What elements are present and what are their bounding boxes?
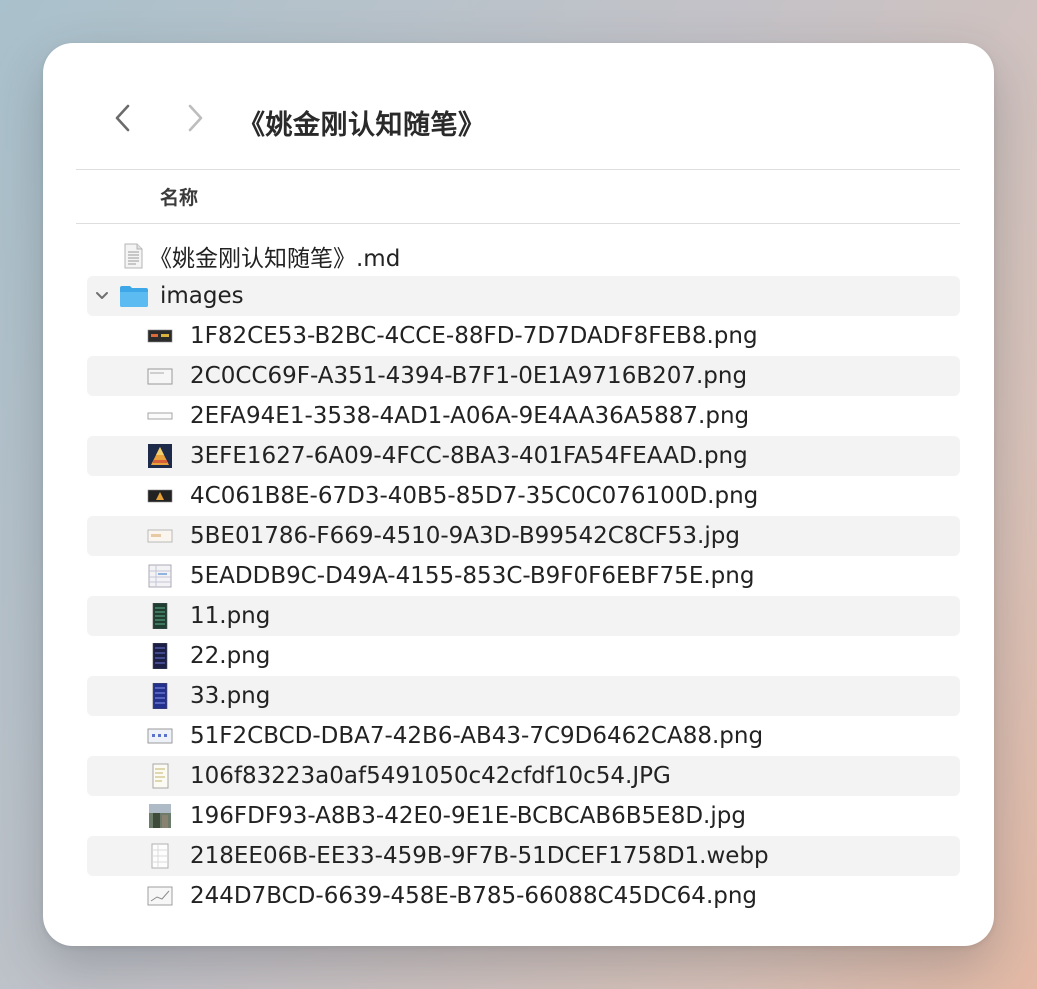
file-row[interactable]: 106f83223a0af5491050c42cfdf10c54.JPG: [87, 756, 960, 796]
file-name: 2C0CC69F-A351-4394-B7F1-0E1A9716B207.png: [190, 363, 748, 389]
image-thumbnail-icon: [147, 412, 173, 420]
image-thumbnail-icon: [152, 683, 168, 709]
image-thumbnail-icon: [147, 886, 173, 906]
image-thumbnail-icon: [152, 763, 169, 789]
header-divider: [76, 223, 960, 224]
file-row[interactable]: 4C061B8E-67D3-40B5-85D7-35C0C076100D.png: [87, 476, 960, 516]
image-thumbnail-icon: [151, 843, 169, 869]
forward-button[interactable]: [179, 101, 211, 137]
file-row[interactable]: 11.png: [87, 596, 960, 636]
file-row[interactable]: 51F2CBCD-DBA7-42B6-AB43-7C9D6462CA88.png: [87, 716, 960, 756]
chevron-down-icon[interactable]: [93, 287, 111, 305]
image-thumbnail-icon: [147, 489, 173, 503]
file-name: 11.png: [190, 603, 271, 629]
file-row[interactable]: 244D7BCD-6639-458E-B785-66088C45DC64.png: [87, 876, 960, 916]
chevron-right-icon: [188, 104, 203, 132]
finder-window: 《姚金刚认知随笔》 名称 《姚金刚认知随笔》.md images 1F82CE5…: [43, 43, 994, 946]
file-name: 1F82CE53-B2BC-4CCE-88FD-7D7DADF8FEB8.png: [190, 323, 758, 349]
image-thumbnail-icon: [148, 564, 172, 588]
folder-row-images[interactable]: images: [87, 276, 960, 316]
image-thumbnail-icon: [152, 643, 168, 669]
file-name: 2EFA94E1-3538-4AD1-A06A-9E4AA36A5887.png: [190, 403, 750, 429]
folder-name: images: [160, 283, 244, 309]
toolbar-divider: [76, 169, 960, 170]
image-thumbnail-icon: [149, 804, 171, 828]
file-row[interactable]: 196FDF93-A8B3-42E0-9E1E-BCBCAB6B5E8D.jpg: [87, 796, 960, 836]
toolbar: 《姚金刚认知随笔》: [43, 101, 994, 141]
file-row[interactable]: 3EFE1627-6A09-4FCC-8BA3-401FA54FEAAD.png: [87, 436, 960, 476]
file-row[interactable]: 2EFA94E1-3538-4AD1-A06A-9E4AA36A5887.png: [87, 396, 960, 436]
column-header-name[interactable]: 名称: [160, 183, 198, 210]
file-row[interactable]: 5BE01786-F669-4510-9A3D-B99542C8CF53.jpg: [87, 516, 960, 556]
file-name: 3EFE1627-6A09-4FCC-8BA3-401FA54FEAAD.png: [190, 443, 748, 469]
file-row[interactable]: 33.png: [87, 676, 960, 716]
file-name: 218EE06B-EE33-459B-9F7B-51DCEF1758D1.web…: [190, 843, 769, 869]
markdown-file-icon: [124, 243, 143, 269]
file-row[interactable]: 218EE06B-EE33-459B-9F7B-51DCEF1758D1.web…: [87, 836, 960, 876]
file-name: 33.png: [190, 683, 271, 709]
file-name: 106f83223a0af5491050c42cfdf10c54.JPG: [190, 763, 671, 789]
image-thumbnail-icon: [148, 444, 172, 468]
file-name: 244D7BCD-6639-458E-B785-66088C45DC64.png: [190, 883, 758, 909]
file-row[interactable]: 22.png: [87, 636, 960, 676]
file-name: 5EADDB9C-D49A-4155-853C-B9F0F6EBF75E.png: [190, 563, 755, 589]
image-thumbnail-icon: [147, 529, 173, 543]
file-row-md[interactable]: 《姚金刚认知随笔》.md: [87, 236, 960, 276]
chevron-left-icon: [115, 104, 130, 132]
image-thumbnail-icon: [152, 603, 168, 629]
file-list: 《姚金刚认知随笔》.md images 1F82CE53-B2BC-4CCE-8…: [87, 236, 960, 916]
file-name: 《姚金刚认知随笔》.md: [149, 246, 401, 272]
file-name: 51F2CBCD-DBA7-42B6-AB43-7C9D6462CA88.png: [190, 723, 764, 749]
file-row[interactable]: 1F82CE53-B2BC-4CCE-88FD-7D7DADF8FEB8.png: [87, 316, 960, 356]
file-row[interactable]: 5EADDB9C-D49A-4155-853C-B9F0F6EBF75E.png: [87, 556, 960, 596]
folder-icon: [120, 286, 148, 307]
image-thumbnail-icon: [147, 368, 173, 385]
file-name: 5BE01786-F669-4510-9A3D-B99542C8CF53.jpg: [190, 523, 740, 549]
back-button[interactable]: [109, 101, 141, 137]
image-thumbnail-icon: [147, 329, 173, 343]
file-name: 4C061B8E-67D3-40B5-85D7-35C0C076100D.png: [190, 483, 759, 509]
file-name: 22.png: [190, 643, 271, 669]
file-row[interactable]: 2C0CC69F-A351-4394-B7F1-0E1A9716B207.png: [87, 356, 960, 396]
file-name: 196FDF93-A8B3-42E0-9E1E-BCBCAB6B5E8D.jpg: [190, 803, 746, 829]
image-thumbnail-icon: [147, 728, 173, 744]
window-title: 《姚金刚认知随笔》: [238, 110, 486, 141]
